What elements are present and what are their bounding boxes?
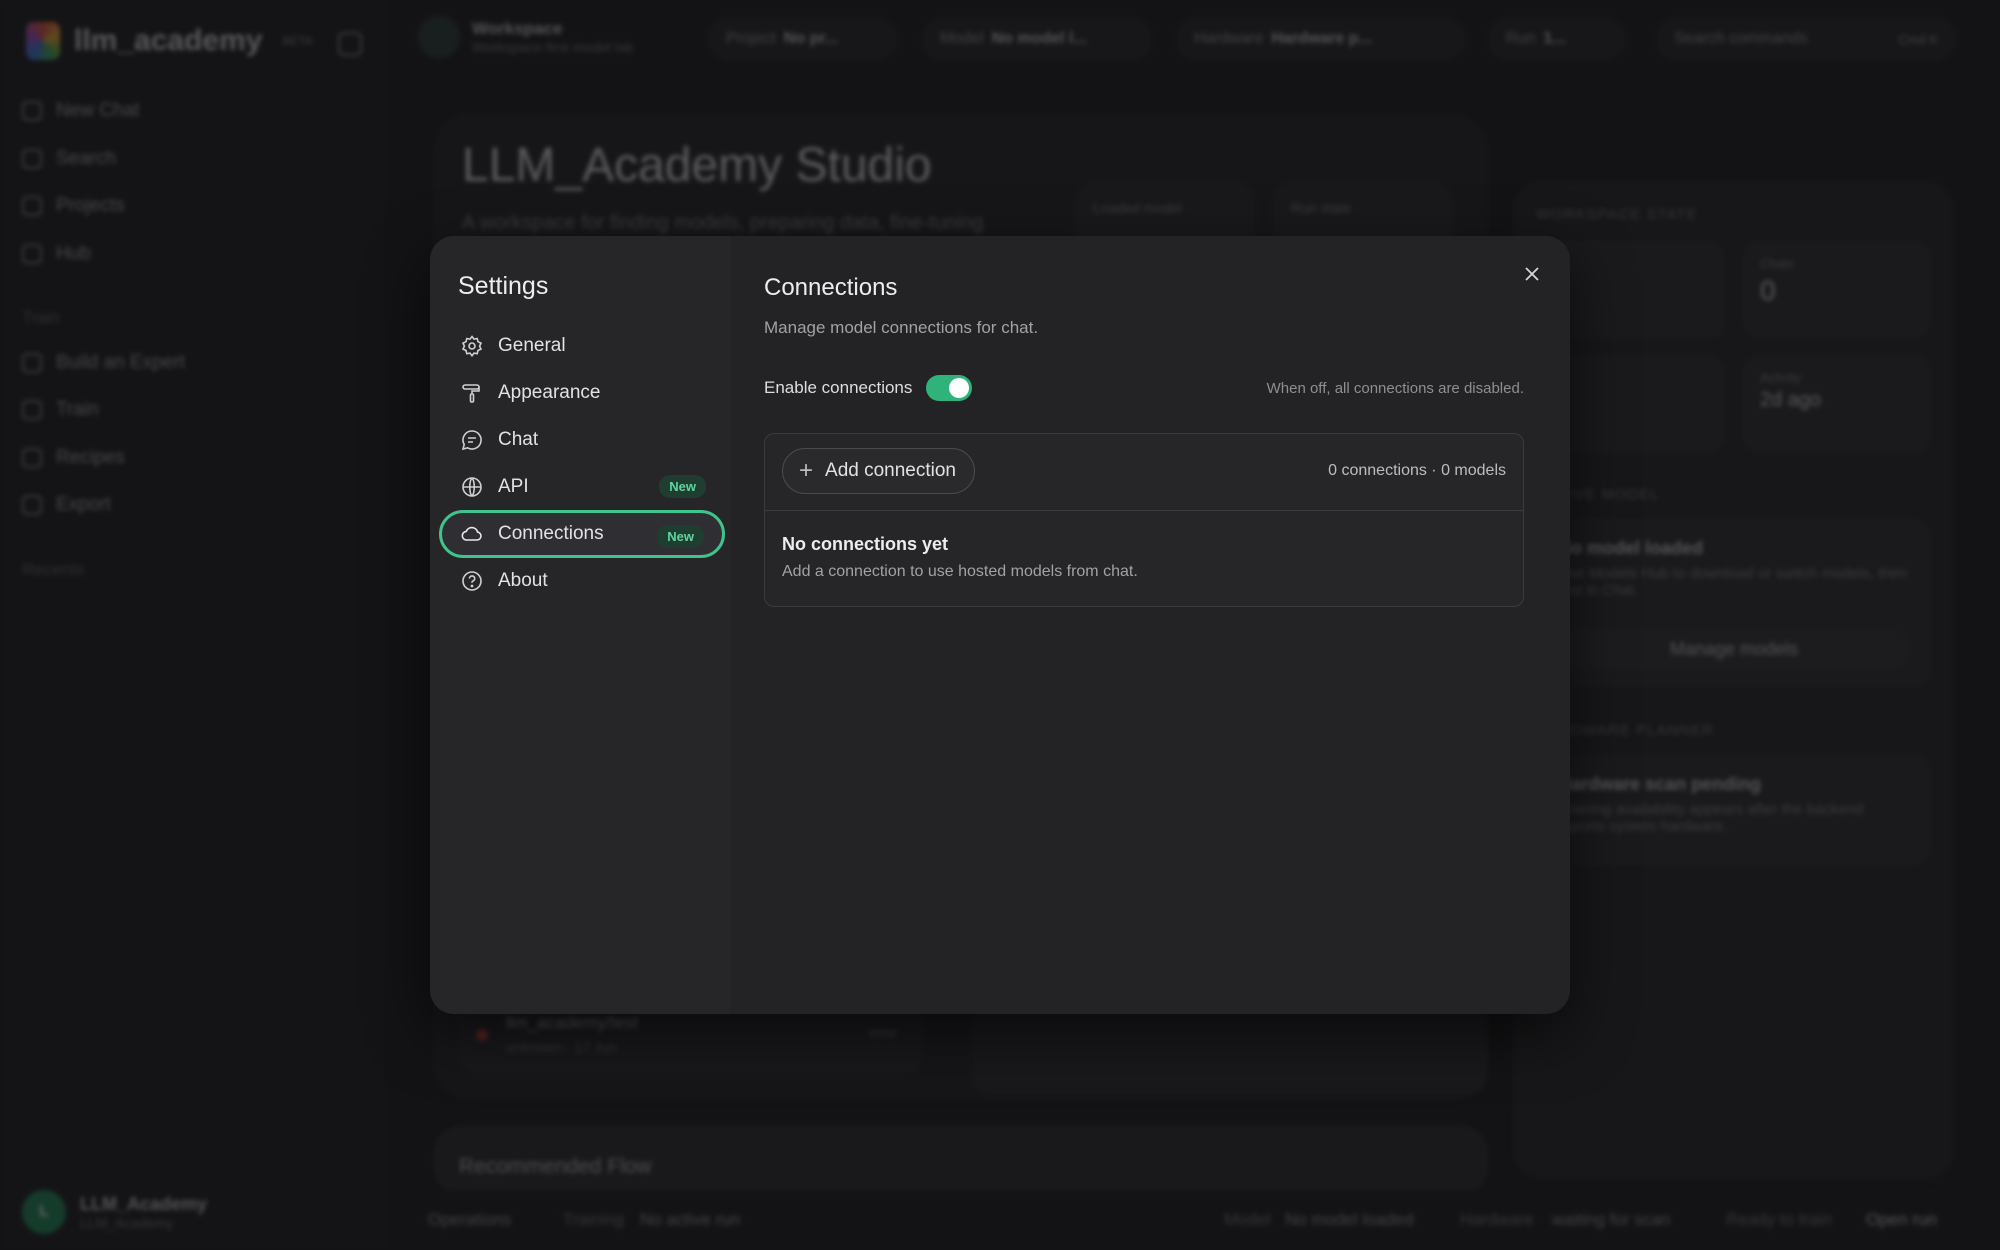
settings-nav: Settings General Appearance Chat API New… (430, 236, 730, 1014)
settings-nav-label: General (498, 335, 566, 356)
connections-list: + Add connection 0 connections · 0 model… (764, 433, 1524, 607)
settings-nav-label: API (498, 476, 529, 497)
new-badge: New (659, 475, 706, 498)
settings-nav-chat[interactable]: Chat (448, 416, 724, 464)
empty-state-subtitle: Add a connection to use hosted models fr… (782, 563, 1138, 580)
connection-counts: 0 connections · 0 models (1328, 462, 1506, 479)
settings-nav-label: About (498, 570, 548, 591)
enable-connections-toggle[interactable] (926, 375, 973, 401)
new-badge: New (657, 525, 704, 548)
settings-nav-label: Chat (498, 429, 539, 450)
globe-icon (462, 477, 482, 497)
plus-icon: + (799, 457, 814, 484)
toggle-hint: When off, all connections are disabled. (1266, 379, 1524, 397)
connections-panel: Connections Manage model connections for… (764, 236, 1534, 1014)
add-connection-button[interactable]: + Add connection (782, 448, 976, 494)
settings-modal: Settings General Appearance Chat API New… (430, 236, 1570, 1014)
empty-state-title: No connections yet (782, 534, 949, 554)
settings-title: Settings (458, 272, 549, 300)
paintbrush-icon (462, 384, 480, 403)
enable-connections-row: Enable connections When off, all connect… (764, 372, 1524, 404)
help-circle-icon (462, 571, 482, 591)
settings-nav-appearance[interactable]: Appearance (448, 369, 724, 417)
settings-nav-connections[interactable]: Connections New (439, 510, 725, 558)
enable-connections-label: Enable connections (764, 378, 913, 397)
settings-nav-about[interactable]: About (448, 557, 724, 605)
connections-subtitle: Manage model connections for chat. (764, 318, 1039, 337)
chat-bubble-icon (461, 430, 482, 451)
connections-title: Connections (764, 274, 898, 301)
cloud-icon (461, 526, 482, 541)
gear-icon (461, 335, 483, 358)
connections-header: + Add connection 0 connections · 0 model… (765, 434, 1523, 511)
settings-nav-label: Appearance (498, 382, 601, 403)
add-connection-label: Add connection (825, 460, 957, 481)
settings-nav-label: Connections (498, 523, 604, 544)
settings-nav-general[interactable]: General (448, 322, 724, 370)
close-icon[interactable] (1520, 262, 1544, 286)
settings-nav-api[interactable]: API New (448, 463, 724, 511)
toggle-knob (949, 378, 970, 398)
